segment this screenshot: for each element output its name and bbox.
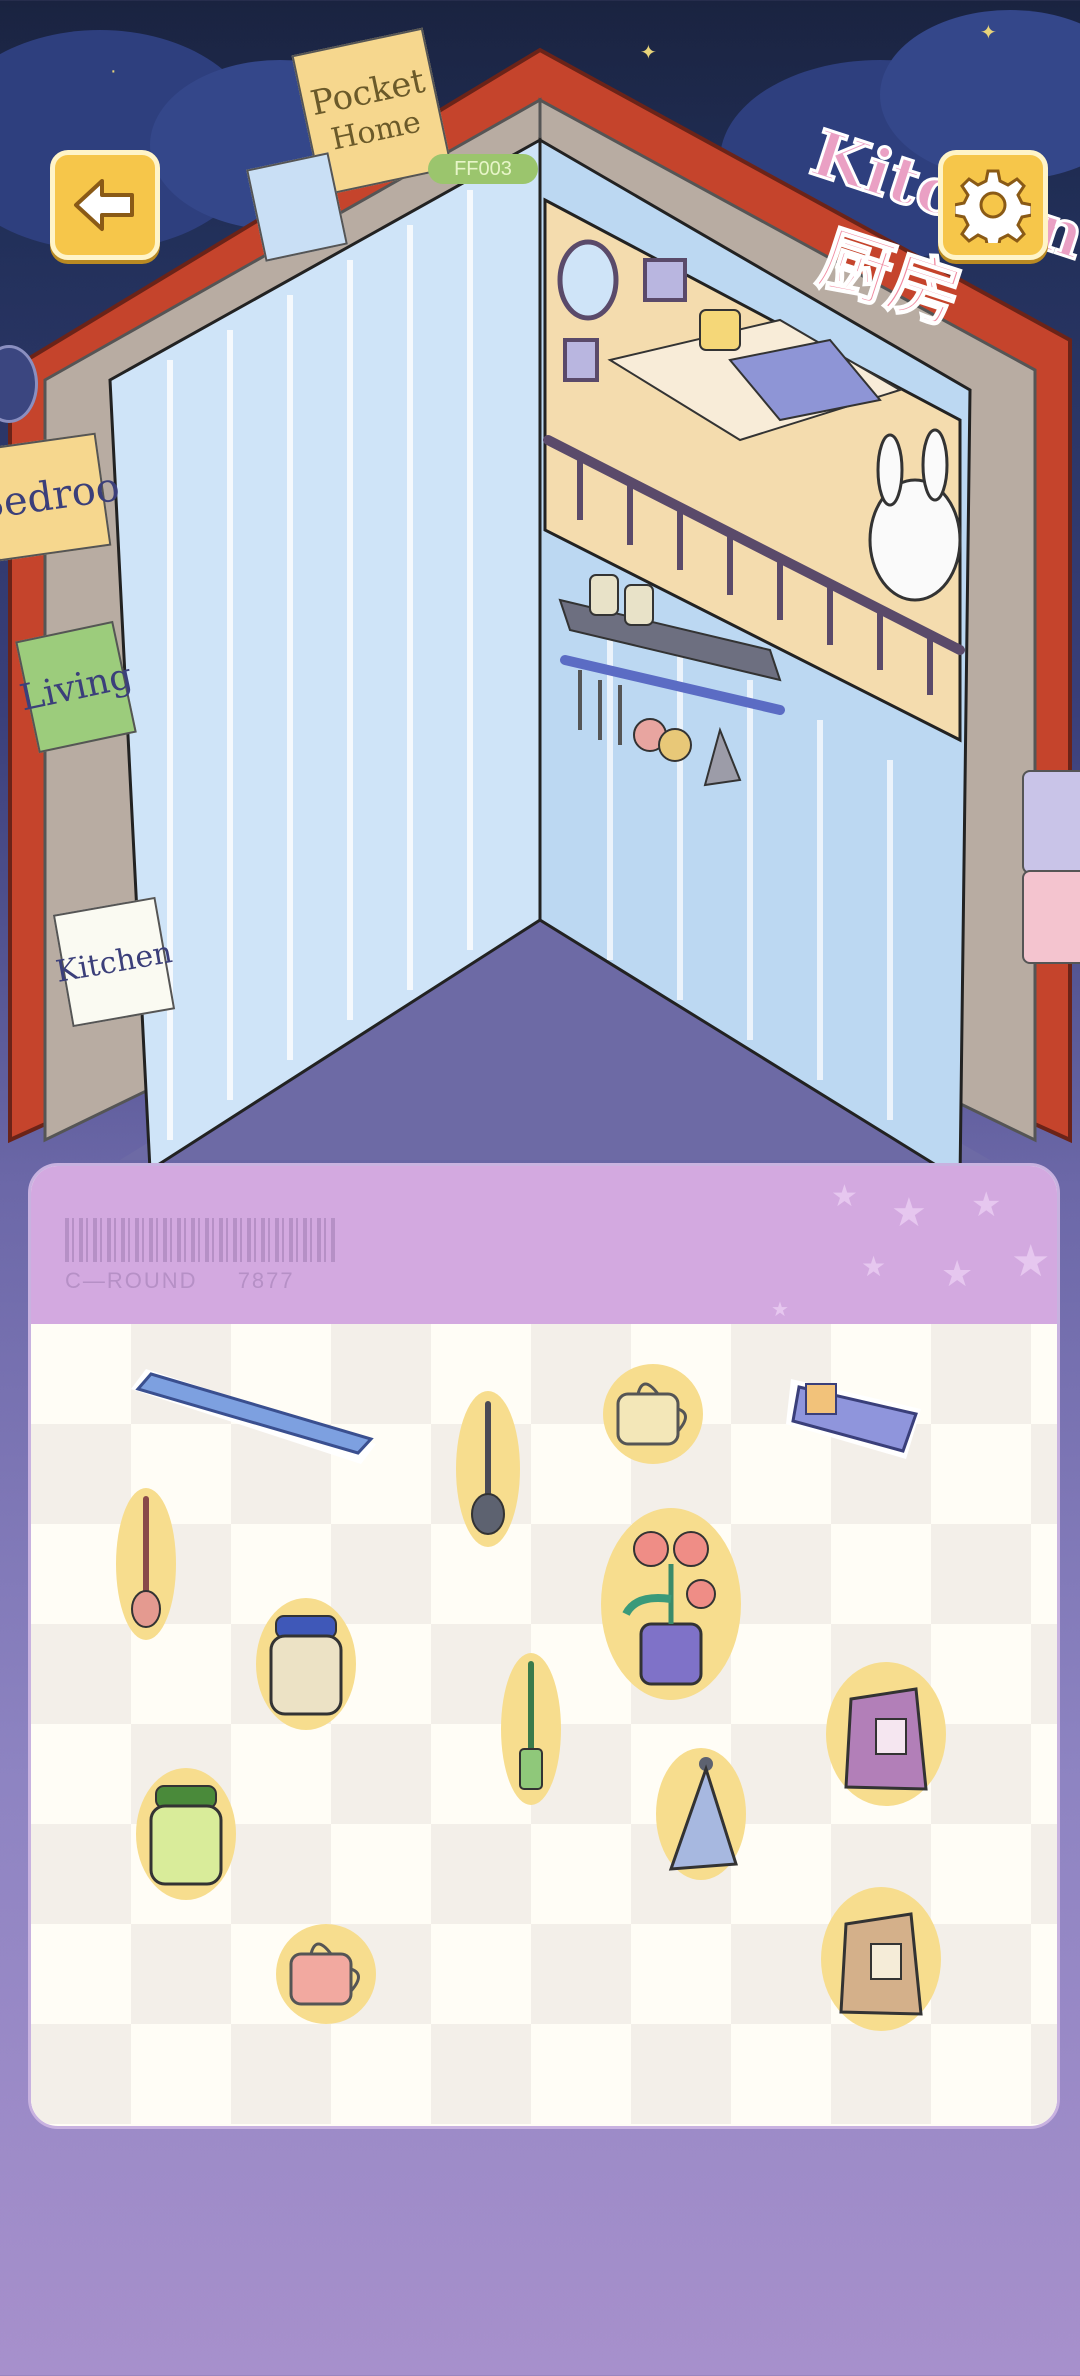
paper-bag-purple[interactable] xyxy=(821,1659,951,1809)
jar-blue-lid[interactable] xyxy=(251,1594,361,1734)
inventory-panel: C—ROUND 7877 ★ ★ ★ ★ ★ ★ ★ xyxy=(28,1163,1060,2129)
gear-icon xyxy=(955,169,1031,243)
flower-pot[interactable] xyxy=(596,1504,746,1704)
svg-text:★: ★ xyxy=(831,1180,858,1213)
svg-text:★: ★ xyxy=(971,1186,1001,1224)
star-pattern: ★ ★ ★★ ★ ★ ★ xyxy=(771,1180,1050,1321)
svg-text:★: ★ xyxy=(771,1299,789,1321)
svg-text:★: ★ xyxy=(891,1191,927,1235)
ladle-gray[interactable] xyxy=(453,1389,523,1549)
tab-bedroom[interactable]: Bedroo xyxy=(0,432,122,562)
mug-pink[interactable] xyxy=(271,1919,381,2029)
tab-right-1[interactable] xyxy=(1022,770,1080,874)
mug-yellow[interactable] xyxy=(598,1359,708,1469)
tab-right-2[interactable] xyxy=(1022,870,1080,964)
inventory-header: C—ROUND 7877 ★ ★ ★ ★ ★ ★ ★ xyxy=(31,1166,1057,1324)
svg-text:★: ★ xyxy=(861,1251,886,1282)
tab-kitchen[interactable]: Kitchen xyxy=(52,896,176,1028)
round-label: C—ROUND 7877 xyxy=(65,1268,295,1293)
spoon-red[interactable] xyxy=(111,1484,181,1644)
towel-blue[interactable] xyxy=(651,1744,751,1884)
paper-bag-tan[interactable] xyxy=(816,1884,946,2034)
blue-shelf-board[interactable] xyxy=(126,1349,396,1469)
svg-text:★: ★ xyxy=(1011,1237,1050,1286)
floor-badge: FF003 xyxy=(428,154,538,184)
tea-package[interactable] xyxy=(781,1359,931,1469)
spatula-green[interactable] xyxy=(496,1649,566,1809)
settings-button[interactable] xyxy=(938,150,1048,260)
arrow-left-icon xyxy=(74,179,134,231)
barcode-graphic xyxy=(65,1218,335,1262)
back-button[interactable] xyxy=(50,150,160,260)
jar-green-lid[interactable] xyxy=(131,1764,241,1904)
inventory-grid xyxy=(31,1324,1057,2124)
svg-text:★: ★ xyxy=(941,1253,973,1294)
